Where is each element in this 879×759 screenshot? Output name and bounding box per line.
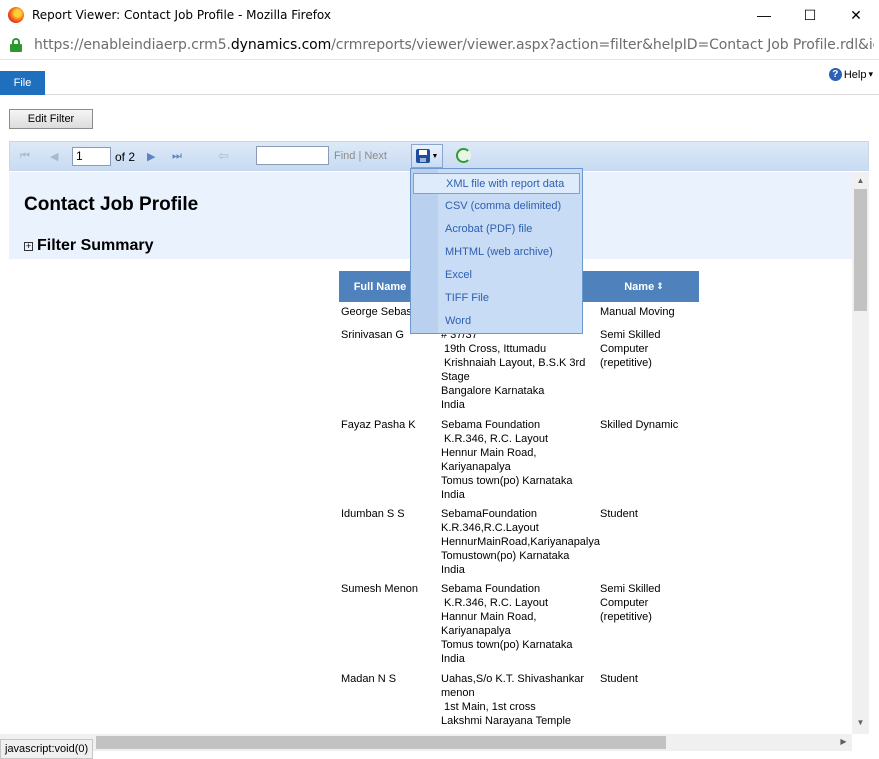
vertical-scrollbar[interactable]: ▲ ▼ xyxy=(852,172,869,734)
next-page-icon[interactable]: ▶ xyxy=(147,142,155,170)
help-caret-icon: ▾ xyxy=(868,69,873,79)
window-controls: — ☐ ✕ xyxy=(741,0,879,30)
minimize-button[interactable]: — xyxy=(741,0,787,30)
crm-ribbon: File ? Help ▾ xyxy=(0,61,879,95)
url-text[interactable]: https://enableindiaerp.crm5.dynamics.com… xyxy=(34,37,874,53)
export-button[interactable]: ▼ xyxy=(411,144,443,168)
find-next-label[interactable]: Find | Next xyxy=(334,150,387,162)
row-4-address: SebamaFoundation K.R.346,R.C.Layout Henn… xyxy=(441,508,600,576)
menu-item-csv[interactable]: CSV (comma delimited) xyxy=(445,200,561,212)
row-6-full-name[interactable]: Madan N S xyxy=(341,672,396,686)
lock-icon[interactable] xyxy=(10,37,22,52)
scroll-down-icon[interactable]: ▼ xyxy=(852,718,869,727)
menu-item-word[interactable]: Word xyxy=(445,315,471,327)
header-name-label: Name xyxy=(624,280,655,293)
horizontal-scroll-thumb[interactable] xyxy=(96,736,666,749)
row-3-full-name[interactable]: Fayaz Pasha K xyxy=(341,418,416,432)
menu-item-xml[interactable]: XML file with report data xyxy=(413,173,580,194)
status-bar: javascript:void(0) xyxy=(0,739,94,759)
row-5-job: Semi Skilled Computer (repetitive) xyxy=(600,583,661,623)
report-title: Contact Job Profile xyxy=(24,194,199,215)
menu-item-tiff[interactable]: TIFF File xyxy=(445,292,489,304)
page-count: of 2 xyxy=(115,150,136,164)
vertical-scroll-thumb[interactable] xyxy=(854,189,867,311)
row-6-job: Student xyxy=(600,673,638,685)
save-icon xyxy=(415,149,430,163)
row-3-job: Skilled Dynamic xyxy=(600,419,679,431)
firefox-logo-icon xyxy=(8,7,24,23)
scroll-up-icon[interactable]: ▲ xyxy=(852,176,869,185)
refresh-icon[interactable] xyxy=(456,148,471,163)
help-menu[interactable]: ? Help ▾ xyxy=(828,68,873,81)
window-title: Report Viewer: Contact Job Profile - Moz… xyxy=(32,8,331,22)
row-5-full-name[interactable]: Sumesh Menon xyxy=(341,582,418,596)
close-button[interactable]: ✕ xyxy=(833,0,879,30)
url-prefix: https://enableindiaerp.crm5. xyxy=(34,36,231,53)
title-bar: Report Viewer: Contact Job Profile - Moz… xyxy=(0,0,879,30)
help-icon: ? xyxy=(828,68,842,81)
filter-summary-label: Filter Summary xyxy=(37,237,154,254)
row-1-full-name[interactable]: George Sebast xyxy=(341,305,415,319)
previous-page-icon[interactable]: ◀ xyxy=(50,142,58,170)
address-bar[interactable]: https://enableindiaerp.crm5.dynamics.com… xyxy=(0,30,879,60)
row-2-address: # 37/37 19th Cross, Ittumadu Krishnaiah … xyxy=(441,329,586,411)
file-tab[interactable]: File xyxy=(0,71,45,95)
row-4-full-name[interactable]: Idumban S S xyxy=(341,507,405,521)
row-1-job: Manual Moving xyxy=(600,306,675,318)
export-format-menu: XML file with report data CSV (comma del… xyxy=(410,168,583,334)
sort-icon[interactable]: ⇕ xyxy=(656,281,664,292)
row-5-address: Sebama Foundation K.R.346, R.C. Layout H… xyxy=(441,583,573,665)
menu-item-excel[interactable]: Excel xyxy=(445,269,472,281)
first-page-icon[interactable]: ⏮ xyxy=(20,142,30,170)
find-text-input[interactable] xyxy=(256,146,329,165)
filter-summary-toggle[interactable]: + Filter Summary xyxy=(24,237,153,255)
expand-icon[interactable]: + xyxy=(24,241,33,251)
maximize-button[interactable]: ☐ xyxy=(787,0,833,30)
row-6-address: Uahas,S/o K.T. Shivashankar menon 1st Ma… xyxy=(441,673,585,727)
header-full-name[interactable]: Full Name xyxy=(339,271,421,302)
row-3-address: Sebama Foundation K.R.346, R.C. Layout H… xyxy=(441,419,573,501)
help-label: Help xyxy=(843,68,867,81)
scroll-right-icon[interactable]: ▶ xyxy=(835,737,852,746)
export-caret-icon: ▼ xyxy=(431,152,439,160)
horizontal-scrollbar[interactable]: ▶ xyxy=(0,734,852,751)
menu-item-mhtml[interactable]: MHTML (web archive) xyxy=(445,246,553,258)
row-2-full-name[interactable]: Srinivasan G xyxy=(341,328,404,342)
last-page-icon[interactable]: ⏭ xyxy=(172,142,182,170)
page-number-input[interactable]: 1 xyxy=(72,147,111,166)
report-toolbar: ⏮ ◀ 1 of 2 ▶ ⏭ ⇦ Find | Next ▼ xyxy=(9,141,869,171)
edit-filter-button[interactable]: Edit Filter xyxy=(9,109,93,129)
url-domain: dynamics.com xyxy=(230,36,332,53)
back-to-parent-icon[interactable]: ⇦ xyxy=(218,142,229,170)
row-2-job: Semi Skilled Computer (repetitive) xyxy=(600,329,661,369)
menu-item-pdf[interactable]: Acrobat (PDF) file xyxy=(445,223,532,235)
url-suffix: /crmreports/viewer/viewer.aspx?action=fi… xyxy=(331,36,874,53)
header-name[interactable]: Name ⇕ xyxy=(589,271,699,302)
row-4-job: Student xyxy=(600,508,638,520)
